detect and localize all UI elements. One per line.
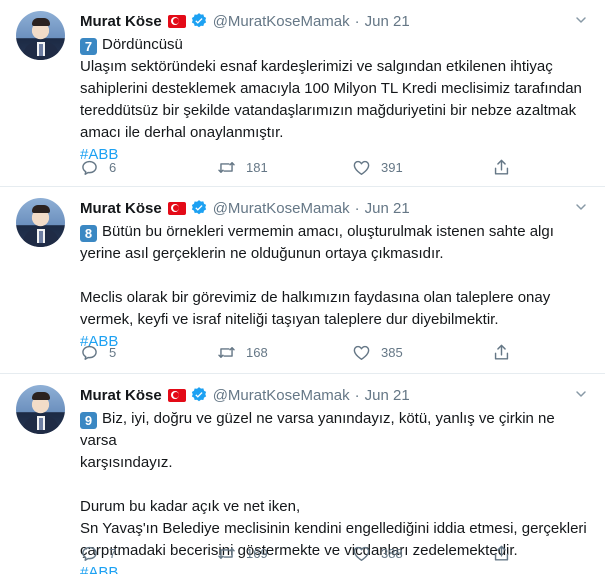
tweet[interactable]: Murat Köse @MuratKoseMamak · Jun 21 8 Büt… bbox=[0, 187, 605, 374]
tweet-line: sahiplerini desteklemek amacıyla 100 Mil… bbox=[80, 80, 582, 97]
tweet-date[interactable]: Jun 21 bbox=[365, 200, 410, 217]
avatar[interactable] bbox=[16, 11, 65, 60]
heart-icon bbox=[353, 160, 370, 175]
number-keycap-emoji: 7 bbox=[80, 38, 97, 55]
reply-count: 7 bbox=[109, 545, 117, 561]
chevron-down-icon[interactable] bbox=[573, 386, 589, 402]
retweet-button[interactable]: 168 bbox=[217, 342, 268, 362]
author-name[interactable]: Murat Köse bbox=[80, 387, 162, 404]
tweet-line: Biz, iyi, doğru ve güzel ne varsa yanınd… bbox=[80, 410, 555, 449]
like-button[interactable]: 385 bbox=[352, 342, 403, 362]
reply-icon bbox=[82, 345, 97, 360]
tweet-actions: 7 169 388 bbox=[80, 543, 530, 563]
retweet-icon bbox=[218, 161, 235, 173]
tweet-text: 8 Bütün bu örnekleri vermemin amacı, oluş… bbox=[80, 221, 590, 353]
number-keycap-emoji: 8 bbox=[80, 225, 97, 242]
tweet-line: vermek, keyfi ve israf niteliği taşıyan … bbox=[80, 311, 499, 328]
heart-icon bbox=[353, 546, 370, 561]
number-keycap-emoji: 9 bbox=[80, 412, 97, 429]
reply-button[interactable]: 7 bbox=[80, 543, 116, 563]
author-name[interactable]: Murat Köse bbox=[80, 13, 162, 30]
chevron-down-icon[interactable] bbox=[573, 199, 589, 215]
retweet-icon bbox=[218, 346, 235, 358]
tweet-line: amacı ile derhal onaylanmıştır. bbox=[80, 124, 284, 141]
share-button[interactable] bbox=[492, 342, 511, 362]
heart-icon bbox=[353, 345, 370, 360]
verified-badge-icon bbox=[190, 386, 208, 404]
tweet-line: Bütün bu örnekleri vermemin amacı, oluşt… bbox=[102, 223, 554, 240]
tweet-text: 7 Dördüncüsü Ulaşım sektöründeki esnaf ka… bbox=[80, 34, 590, 166]
tweet-actions: 5 168 385 bbox=[80, 342, 530, 362]
chevron-down-icon[interactable] bbox=[573, 12, 589, 28]
share-icon bbox=[494, 545, 509, 561]
separator-dot: · bbox=[354, 386, 360, 404]
like-button[interactable]: 388 bbox=[352, 543, 403, 563]
tweet[interactable]: Murat Köse @MuratKoseMamak · Jun 21 7 Dör… bbox=[0, 0, 605, 187]
tweet-date[interactable]: Jun 21 bbox=[365, 13, 410, 30]
tweet-line: Ulaşım sektöründeki esnaf kardeşlerimizi… bbox=[80, 58, 553, 75]
author-handle[interactable]: @MuratKoseMamak bbox=[213, 387, 350, 404]
tweet-line: Dördüncüsü bbox=[102, 36, 183, 53]
reply-button[interactable]: 5 bbox=[80, 342, 116, 362]
retweet-button[interactable]: 181 bbox=[217, 157, 268, 177]
share-icon bbox=[494, 159, 509, 175]
like-button[interactable]: 391 bbox=[352, 157, 403, 177]
reply-count: 5 bbox=[109, 344, 117, 360]
avatar[interactable] bbox=[16, 198, 65, 247]
turkey-flag-icon bbox=[167, 14, 186, 28]
share-button[interactable] bbox=[492, 543, 511, 563]
verified-badge-icon bbox=[190, 12, 208, 30]
tweet-line: tereddütsüz bir şekilde vatandaşlarımızı… bbox=[80, 102, 577, 119]
share-icon bbox=[494, 344, 509, 360]
reply-icon bbox=[82, 160, 97, 175]
hashtag-link[interactable]: #ABB bbox=[80, 562, 590, 574]
like-count: 391 bbox=[381, 159, 403, 175]
avatar[interactable] bbox=[16, 385, 65, 434]
tweet-line: yerine asıl gerçeklerin ne olduğunun ort… bbox=[80, 245, 444, 262]
tweet-header: Murat Köse @MuratKoseMamak · Jun 21 bbox=[80, 384, 410, 406]
tweet[interactable]: Murat Köse @MuratKoseMamak · Jun 21 9 Biz… bbox=[0, 374, 605, 574]
turkey-flag-icon bbox=[167, 201, 186, 215]
turkey-flag-icon bbox=[167, 388, 186, 402]
tweet-header: Murat Köse @MuratKoseMamak · Jun 21 bbox=[80, 10, 410, 32]
tweet-line: Sn Yavaş'ın Belediye meclisinin kendini … bbox=[80, 520, 587, 537]
reply-icon bbox=[82, 546, 97, 561]
verified-badge-icon bbox=[190, 199, 208, 217]
reply-count: 6 bbox=[109, 159, 117, 175]
retweet-button[interactable]: 169 bbox=[217, 543, 268, 563]
author-handle[interactable]: @MuratKoseMamak bbox=[213, 13, 350, 30]
retweet-count: 169 bbox=[246, 545, 268, 561]
tweet-header: Murat Köse @MuratKoseMamak · Jun 21 bbox=[80, 197, 410, 219]
separator-dot: · bbox=[354, 12, 360, 30]
separator-dot: · bbox=[354, 199, 360, 217]
retweet-icon bbox=[218, 547, 235, 559]
retweet-count: 181 bbox=[246, 159, 268, 175]
tweet-date[interactable]: Jun 21 bbox=[365, 387, 410, 404]
like-count: 388 bbox=[381, 545, 403, 561]
like-count: 385 bbox=[381, 344, 403, 360]
tweet-line: Meclis olarak bir görevimiz de halkımızı… bbox=[80, 289, 551, 306]
share-button[interactable] bbox=[492, 157, 511, 177]
author-handle[interactable]: @MuratKoseMamak bbox=[213, 200, 350, 217]
retweet-count: 168 bbox=[246, 344, 268, 360]
reply-button[interactable]: 6 bbox=[80, 157, 116, 177]
tweet-actions: 6 181 391 bbox=[80, 157, 530, 177]
tweet-line: karşısındayız. bbox=[80, 454, 173, 471]
tweet-line: Durum bu kadar açık ve net iken, bbox=[80, 498, 301, 515]
author-name[interactable]: Murat Köse bbox=[80, 200, 162, 217]
